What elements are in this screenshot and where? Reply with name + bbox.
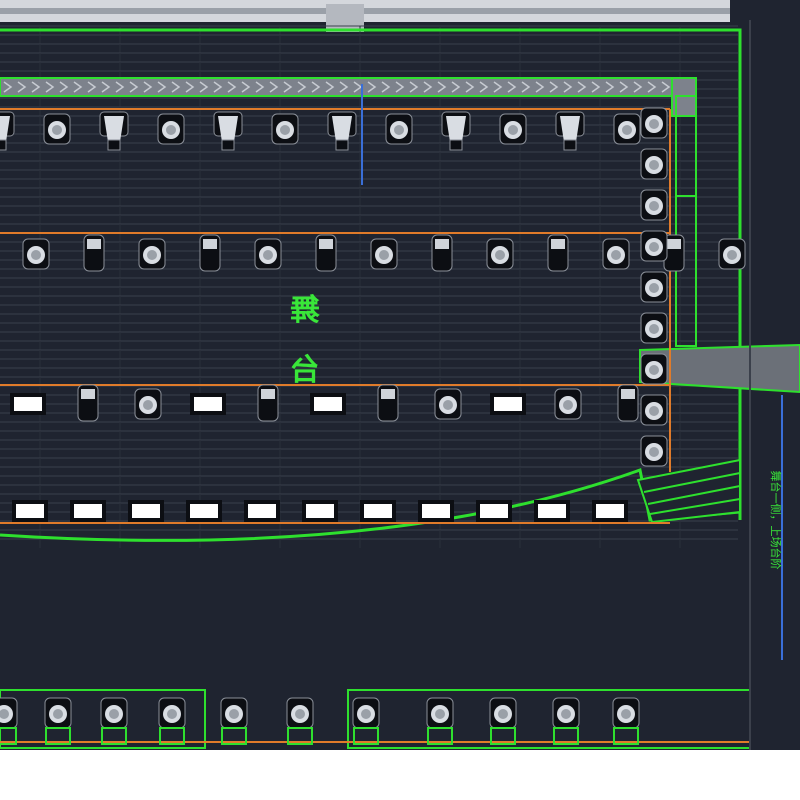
fixture-row2-3 [138, 238, 166, 270]
svg-text:舞台一侧，上场台阶: 舞台一侧，上场台阶 [769, 471, 783, 570]
stage-label-line1: 舞 [290, 293, 320, 328]
fixture-row2-10 [547, 234, 569, 272]
truss-lines [0, 232, 670, 524]
fixture-row3-9 [490, 393, 526, 415]
fixture-row3-10 [554, 388, 582, 420]
fixture-row2-11 [602, 238, 630, 270]
fixture-row3-5 [257, 384, 279, 422]
fixture-row4-11 [592, 500, 628, 522]
fixture-row4-7 [360, 500, 396, 522]
fixture-row1-8 [385, 113, 413, 145]
front-fixture-10 [552, 697, 580, 729]
fixture-row3-8 [434, 388, 462, 420]
fixture-row2-8 [431, 234, 453, 272]
fixture-row1-5 [213, 111, 243, 151]
fixture-row4-2 [70, 500, 106, 522]
fixture-row2-6 [315, 234, 337, 272]
front-fixture-4 [158, 697, 186, 729]
fixture-row3-3 [134, 388, 162, 420]
stage-deck [0, 25, 738, 548]
fixture-row1-1 [0, 111, 15, 151]
front-fixture-8 [426, 697, 454, 729]
front-fixture-1 [0, 697, 18, 729]
side-fixture-9 [640, 435, 668, 467]
front-fixture-6 [286, 697, 314, 729]
side-fixture-3 [640, 189, 668, 221]
fixture-row2-2 [83, 234, 105, 272]
fixture-row3-1 [10, 393, 46, 415]
fixture-row1-2 [43, 113, 71, 145]
side-fixture-5 [640, 271, 668, 303]
top-rail [0, 8, 730, 14]
fixture-row4-9 [476, 500, 512, 522]
svg-text:舞: 舞 [290, 293, 320, 328]
front-fixture-7 [352, 697, 380, 729]
fixture-row3-11 [617, 384, 639, 422]
side-fixture-8 [640, 394, 668, 426]
fixture-row2-5 [254, 238, 282, 270]
front-fixture-11 [612, 697, 640, 729]
side-fixture-6 [640, 312, 668, 344]
side-fixture-7 [640, 353, 668, 385]
fixture-row4-8 [418, 500, 454, 522]
side-note: 舞台一侧，上场台阶 [769, 471, 783, 570]
front-fixture-9 [489, 697, 517, 729]
fixture-row2-7 [370, 238, 398, 270]
fixture-row4-1 [12, 500, 48, 522]
fixture-row1-6 [271, 113, 299, 145]
stage-label-line2: 台 [290, 353, 320, 388]
fixture-row1-7 [327, 111, 357, 151]
fixture-row1-4 [157, 113, 185, 145]
front-fixture-5 [220, 697, 248, 729]
side-fixture-4 [640, 230, 668, 262]
top-connector [326, 4, 364, 32]
fixture-row2-4 [199, 234, 221, 272]
side-fixture-1 [640, 107, 668, 139]
fixture-row4-10 [534, 500, 570, 522]
fixture-row4-4 [186, 500, 222, 522]
fixture-row2-13 [718, 238, 746, 270]
fixture-row3-4 [190, 393, 226, 415]
steps [636, 458, 741, 524]
side-fixture-2 [640, 148, 668, 180]
plan-drawing: 舞 台 舞台一侧，上场台阶 [0, 0, 800, 750]
stage-lighting-plan: 舞 台 舞台一侧，上场台阶 [0, 0, 800, 750]
front-fixture-2 [44, 697, 72, 729]
front-fixtures [0, 697, 640, 745]
fixture-row4-5 [244, 500, 280, 522]
fixture-row1-9 [441, 111, 471, 151]
fixture-row1-3 [99, 111, 129, 151]
svg-text:台: 台 [290, 353, 320, 388]
fixture-row3-6 [310, 393, 346, 415]
fixture-row4-6 [302, 500, 338, 522]
fixture-row3-7 [377, 384, 399, 422]
bottom-margin [0, 750, 800, 800]
front-box-right [347, 689, 751, 749]
front-fixture-3 [100, 697, 128, 729]
fixture-row2-9 [486, 238, 514, 270]
fixture-row2-1 [22, 238, 50, 270]
fixture-row1-10 [499, 113, 527, 145]
fixture-row4-3 [128, 500, 164, 522]
fixture-row1-12 [613, 113, 641, 145]
fixture-row1-11 [555, 111, 585, 151]
fixture-row3-2 [77, 384, 99, 422]
